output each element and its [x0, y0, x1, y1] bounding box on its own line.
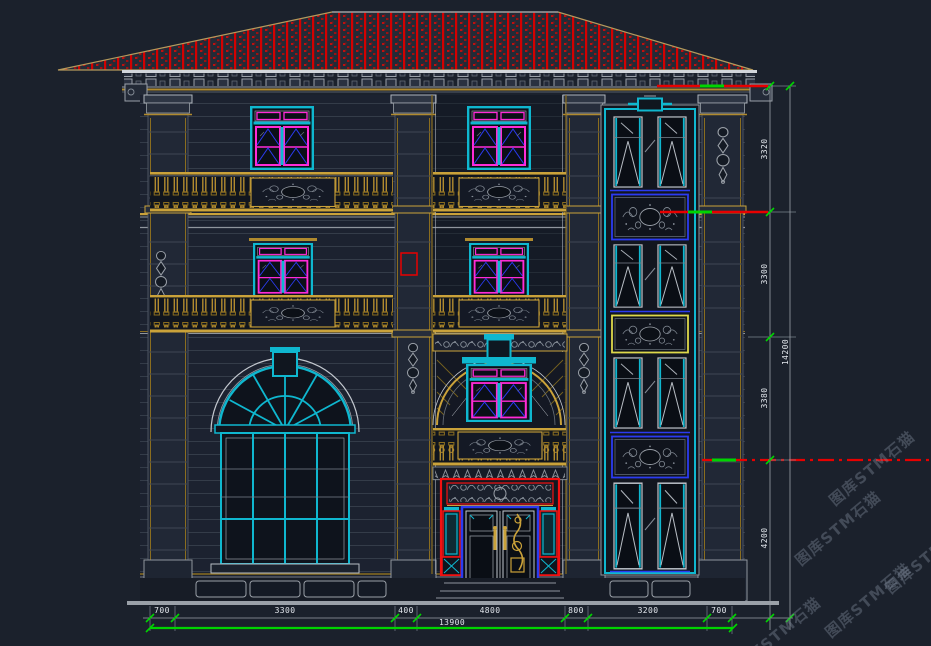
window-3f-center	[468, 107, 530, 169]
roof	[58, 12, 753, 70]
tower-window	[658, 117, 686, 187]
window-head-trim	[465, 238, 533, 241]
entrance-door	[441, 479, 559, 592]
balcony-3f-left	[150, 172, 393, 212]
cad-elevation-drawing: 700 3300 400 4800 800 3200 700 13900 332…	[0, 0, 931, 646]
tower-panel-blue-2	[612, 437, 688, 478]
tower-cap	[638, 99, 662, 111]
window-3f-left	[251, 107, 313, 169]
balcony-3f-center	[433, 172, 566, 212]
leaf-frieze	[433, 467, 567, 480]
window-1f-center	[467, 365, 531, 421]
ground-line	[127, 601, 779, 605]
tower-window	[658, 245, 686, 307]
pilaster-right	[698, 95, 747, 602]
pilaster-left	[144, 95, 192, 602]
balcony-2f-center	[433, 295, 566, 333]
window-2f-left	[254, 244, 312, 296]
dimension-right	[748, 82, 796, 630]
tower-window	[658, 483, 686, 569]
facade-graphics	[0, 0, 931, 646]
window-sill	[211, 564, 359, 573]
tower	[601, 96, 699, 575]
tower-panel-yellow	[612, 316, 688, 353]
window-head-trim	[249, 238, 317, 241]
keystone	[273, 352, 297, 376]
door-pilaster-right	[539, 507, 558, 575]
balcony-2f-left	[150, 295, 393, 333]
tower-window	[658, 358, 686, 428]
pilaster-mid-left	[391, 95, 436, 602]
tower-window	[614, 117, 642, 187]
tower-panel-blue	[612, 195, 688, 240]
base-plinth	[140, 578, 745, 601]
tower-window	[614, 358, 642, 428]
pilaster-mid-right	[563, 95, 605, 602]
balcony-1f-center	[433, 428, 566, 466]
dimension-bottom	[143, 606, 793, 634]
door-pilaster-left	[442, 507, 461, 575]
window-2f-center	[470, 244, 528, 296]
tower-window	[614, 245, 642, 307]
tower-window	[614, 483, 642, 569]
